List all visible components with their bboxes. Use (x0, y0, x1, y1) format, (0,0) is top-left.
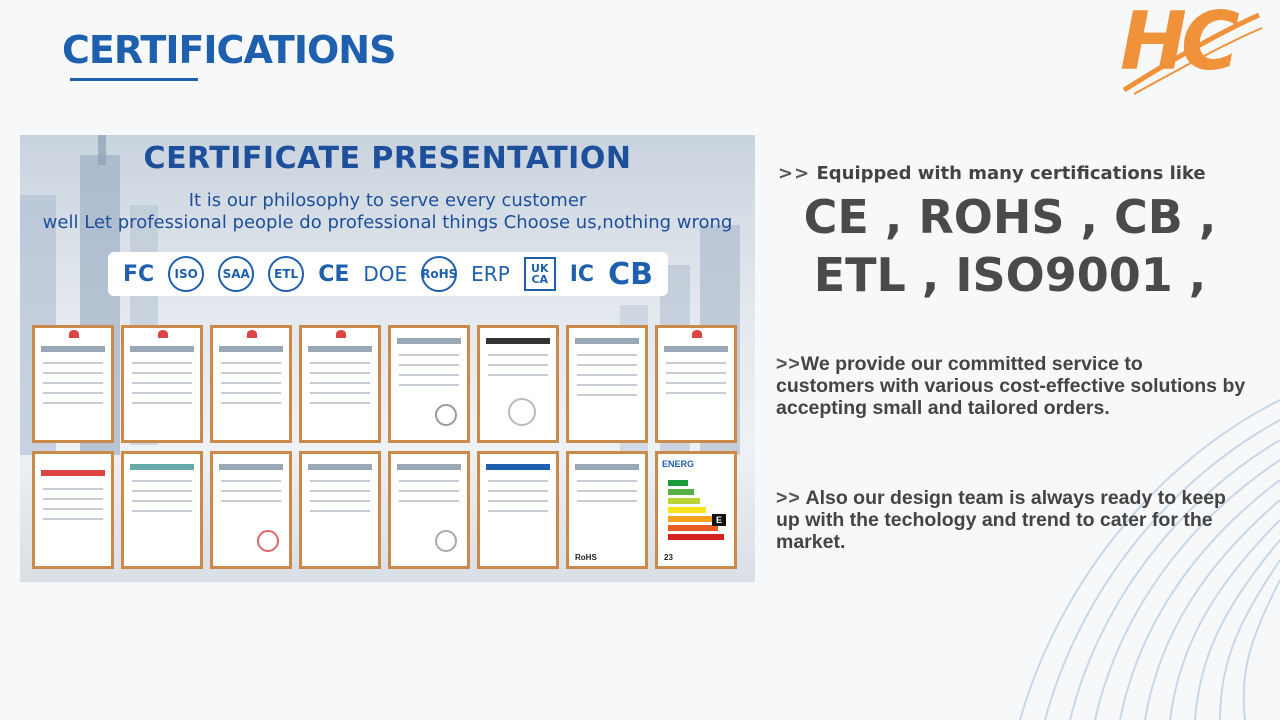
energy-label-heading: ENERG (662, 459, 695, 469)
certificate-document (299, 325, 381, 443)
saa-logo-icon: SAA (218, 256, 255, 292)
certificate-document (655, 325, 737, 443)
certifications-intro: >> Equipped with many certifications lik… (778, 163, 1248, 184)
ukca-logo-icon: UK CA (523, 257, 556, 291)
cb-logo-icon: CB (608, 256, 653, 292)
certificate-grid: RoHS ENERG E 23 (32, 325, 744, 577)
etl-logo-icon: ETL (268, 256, 305, 292)
certification-list: CE , ROHS , CB , ETL , ISO9001 , (790, 188, 1230, 304)
panel-subline-2: well Let professional people do professi… (42, 212, 733, 233)
certificate-document (477, 451, 559, 569)
ce-logo-icon: CE (318, 261, 350, 287)
design-team-paragraph-text: Also our design team is always ready to … (776, 487, 1226, 553)
service-paragraph-text: We provide our committed service to cust… (776, 353, 1246, 419)
doe-logo-icon: DOE (363, 262, 408, 286)
rohs-logo-icon: RoHS (421, 256, 457, 292)
certification-logo-bar: FC ISO SAA ETL CE DOE RoHS ERP UK CA IC … (108, 252, 668, 296)
bullet-arrow: >> (778, 163, 811, 184)
certificate-row-2: RoHS ENERG E 23 (32, 451, 744, 569)
certificate-document (32, 451, 114, 569)
certification-list-line-2: ETL , ISO9001 , (813, 248, 1207, 302)
certificate-document (477, 325, 559, 443)
certificate-document (566, 325, 648, 443)
certificate-document (121, 325, 203, 443)
page-title: CERTIFICATIONS (62, 28, 396, 72)
panel-subline-1: It is our philosophy to serve every cust… (188, 190, 587, 211)
rohs-caption: RoHS (575, 553, 597, 562)
certificate-document (32, 325, 114, 443)
energy-label-certificate: ENERG E 23 (655, 451, 737, 569)
fc-logo-icon: FC (123, 261, 155, 287)
certificate-document (210, 325, 292, 443)
certificate-document (388, 325, 470, 443)
certifications-intro-text: Equipped with many certifications like (816, 163, 1206, 184)
certificate-document (121, 451, 203, 569)
erp-logo-icon: ERP (471, 262, 510, 286)
energy-value: 23 (664, 553, 673, 562)
certificate-document (210, 451, 292, 569)
rohs-certificate: RoHS (566, 451, 648, 569)
energy-class: E (711, 514, 726, 526)
certificate-presentation-image: CERTIFICATE PRESENTATION It is our philo… (20, 135, 755, 582)
iso-logo-icon: ISO (168, 256, 205, 292)
company-logo: HC (1114, 2, 1264, 96)
design-team-paragraph: >> Also our design team is always ready … (776, 487, 1246, 553)
certificate-document (388, 451, 470, 569)
service-paragraph: >>We provide our committed service to cu… (776, 353, 1246, 419)
certificate-document (299, 451, 381, 569)
bullet-arrow: >> (776, 487, 801, 509)
ic-logo-icon: IC (569, 261, 595, 287)
logo-text: HC (1120, 0, 1240, 88)
certification-list-line-1: CE , ROHS , CB , (803, 190, 1217, 244)
title-underline (70, 78, 198, 81)
bullet-arrow: >> (776, 353, 801, 375)
certificate-row-1 (32, 325, 744, 443)
panel-heading: CERTIFICATE PRESENTATION (143, 141, 632, 176)
